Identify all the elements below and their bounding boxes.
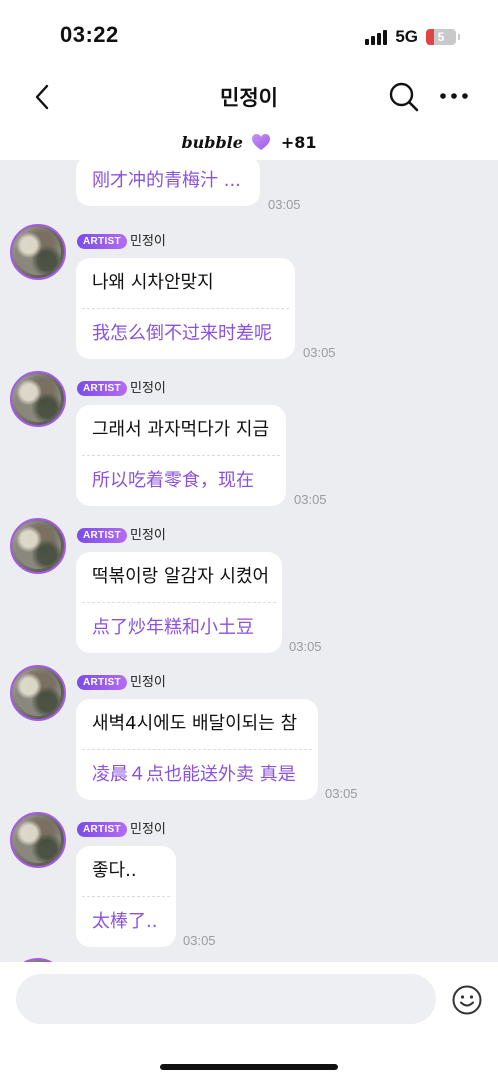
message-time: 03:05 [183, 933, 216, 948]
avatar[interactable] [10, 371, 66, 427]
battery-level: 5 [437, 30, 445, 44]
sender-name: 민정이 [130, 234, 166, 249]
more-button[interactable] [438, 84, 470, 108]
search-button[interactable] [388, 81, 420, 113]
status-bar: 03:22 5G 5 [0, 0, 498, 72]
message-translation: 太棒了.. [92, 911, 158, 932]
artist-badge: ARTIST [77, 822, 127, 837]
message-time: 03:05 [325, 786, 358, 801]
bubble-count: +81 [280, 132, 317, 152]
message-text: 좋다.. [92, 860, 137, 881]
message-translation: 所以吃着零食，现在 [92, 470, 254, 491]
sender-name: 민정이 [130, 822, 166, 837]
message-time: 03:05 [289, 639, 322, 654]
artist-badge: ARTIST [77, 234, 127, 249]
avatar[interactable] [10, 665, 66, 721]
message-bubble[interactable]: 刚才冲的青梅汁 ... [76, 160, 260, 206]
artist-badge: ARTIST [77, 675, 127, 690]
bubble-logo: bubble [181, 132, 243, 152]
message-input[interactable] [16, 974, 436, 1024]
message-translation: 点了炒年糕和小土豆 [92, 617, 254, 638]
bubble-bar: bubble +81 [0, 124, 498, 160]
signal-icon [365, 29, 388, 45]
avatar[interactable] [10, 518, 66, 574]
page-title: 민정이 [220, 86, 278, 110]
message-time: 03:05 [268, 197, 301, 212]
heart-icon [251, 134, 270, 150]
home-indicator[interactable] [160, 1064, 338, 1070]
search-icon [389, 82, 419, 112]
message-time: 03:05 [294, 492, 327, 507]
input-area [0, 962, 498, 1080]
sender-name: 민정이 [130, 381, 166, 396]
message-bubble[interactable]: 좋다.. 太棒了.. [76, 846, 176, 947]
message-time: 03:05 [303, 345, 336, 360]
message-text: 새벽4시에도 배달이되는 참 [92, 713, 298, 734]
status-indicators: 5G 5 [365, 26, 460, 48]
artist-badge: ARTIST [77, 381, 127, 396]
sender-name: 민정이 [130, 528, 166, 543]
message-bubble[interactable]: 나왜 시차안맞지 我怎么倒不过来时差呢 [76, 258, 295, 359]
network-label: 5G [395, 27, 418, 46]
avatar[interactable] [10, 224, 66, 280]
avatar[interactable] [10, 812, 66, 868]
status-time: 03:22 [60, 22, 119, 47]
more-icon [440, 93, 468, 99]
emoji-button[interactable] [451, 984, 483, 1016]
message-translation: 凌晨４点也能送外卖 真是 [92, 764, 296, 785]
nav-bar: 민정이 [0, 72, 498, 124]
message-bubble[interactable]: 떡볶이랑 알감자 시켰어 点了炒年糕和小土豆 [76, 552, 282, 653]
message-text: 떡볶이랑 알감자 시켰어 [92, 566, 270, 587]
message-bubble[interactable]: 새벽4시에도 배달이되는 참 凌晨４点也能送外卖 真是 [76, 699, 318, 800]
message-translation: 刚才冲的青梅汁 ... [92, 170, 241, 191]
smiley-icon [452, 985, 482, 1015]
chat-area[interactable]: 刚才冲的青梅汁 ... 03:05 ARTIST 민정이 나왜 시차안맞지 我怎… [0, 160, 498, 962]
message-text: 그래서 과자먹다가 지금 [92, 419, 270, 440]
message-text: 나왜 시차안맞지 [92, 272, 214, 293]
battery-icon: 5 [426, 29, 460, 45]
message-bubble[interactable]: 그래서 과자먹다가 지금 所以吃着零食，现在 [76, 405, 286, 506]
message-translation: 我怎么倒不过来时差呢 [92, 323, 272, 344]
artist-badge: ARTIST [77, 528, 127, 543]
sender-name: 민정이 [130, 675, 166, 690]
